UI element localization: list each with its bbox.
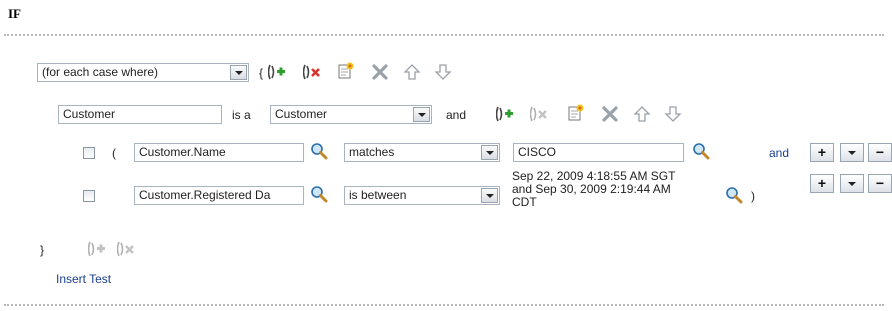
attribute-field[interactable]: Customer.Registered Da xyxy=(134,186,304,205)
attribute-value: Customer.Name xyxy=(139,145,226,159)
insert-new-icon[interactable] xyxy=(337,62,355,80)
insert-condition-icon[interactable] xyxy=(268,63,286,81)
date-range-line: CDT xyxy=(512,195,537,209)
test-checkbox[interactable] xyxy=(83,147,95,159)
operator-value: is between xyxy=(349,188,407,202)
chevron-down-icon[interactable] xyxy=(413,107,430,122)
insert-test-link[interactable]: Insert Test xyxy=(56,272,111,286)
move-up-icon[interactable] xyxy=(403,63,421,81)
chevron-down-icon[interactable] xyxy=(481,188,498,203)
delete-icon[interactable] xyxy=(371,63,389,81)
delete-condition-icon[interactable] xyxy=(530,105,548,123)
delete-condition-icon[interactable] xyxy=(303,63,321,81)
chevron-down-icon[interactable] xyxy=(481,145,498,160)
variable-name-field[interactable]: Customer xyxy=(58,105,222,124)
search-icon[interactable] xyxy=(725,186,743,204)
case-selector-value: (for each case where) xyxy=(42,65,159,79)
move-down-icon[interactable] xyxy=(434,63,452,81)
test-options-dropdown[interactable] xyxy=(840,174,864,193)
test-options-dropdown[interactable] xyxy=(840,143,864,162)
operator-selector[interactable]: is between xyxy=(344,186,500,205)
is-a-label: is a xyxy=(232,108,251,122)
insert-new-icon[interactable] xyxy=(567,104,585,122)
close-brace: } xyxy=(40,243,45,257)
move-up-icon[interactable] xyxy=(633,105,651,123)
remove-test-button[interactable]: − xyxy=(868,174,892,193)
attribute-value: Customer.Registered Da xyxy=(139,188,271,202)
and-connector: and xyxy=(769,146,790,160)
search-icon[interactable] xyxy=(310,142,328,160)
remove-label: − xyxy=(875,144,885,160)
case-selector[interactable]: (for each case where) xyxy=(37,63,249,82)
if-heading: IF xyxy=(8,6,21,21)
top-divider xyxy=(4,34,884,36)
chevron-down-icon[interactable] xyxy=(230,65,247,80)
delete-icon[interactable] xyxy=(601,105,619,123)
add-test-button[interactable]: + xyxy=(810,143,834,162)
search-icon[interactable] xyxy=(310,185,328,203)
search-icon[interactable] xyxy=(692,142,710,160)
fact-type-value: Customer xyxy=(275,107,328,121)
insert-condition-icon[interactable] xyxy=(88,240,106,258)
and-label: and xyxy=(446,108,467,122)
add-label: + xyxy=(817,175,827,191)
bottom-divider xyxy=(4,304,884,306)
value-text: CISCO xyxy=(518,145,557,159)
insert-condition-icon[interactable] xyxy=(496,105,514,123)
operator-value: matches xyxy=(349,145,395,159)
open-brace: { xyxy=(259,66,264,80)
test-checkbox[interactable] xyxy=(83,190,95,202)
attribute-field[interactable]: Customer.Name xyxy=(134,143,304,162)
move-down-icon[interactable] xyxy=(664,105,682,123)
remove-label: − xyxy=(875,175,885,191)
add-label: + xyxy=(817,144,827,160)
operator-selector[interactable]: matches xyxy=(344,143,500,162)
remove-test-button[interactable]: − xyxy=(868,143,892,162)
open-paren: ( xyxy=(112,146,116,160)
variable-name-value: Customer xyxy=(63,107,116,121)
value-field[interactable]: CISCO xyxy=(513,143,684,162)
date-range-value: Sep 22, 2009 4:18:55 AM SGT and Sep 30, … xyxy=(512,170,675,209)
delete-condition-icon[interactable] xyxy=(117,240,135,258)
add-test-button[interactable]: + xyxy=(810,174,834,193)
fact-type-selector[interactable]: Customer xyxy=(270,105,432,124)
close-paren: ) xyxy=(751,189,755,203)
